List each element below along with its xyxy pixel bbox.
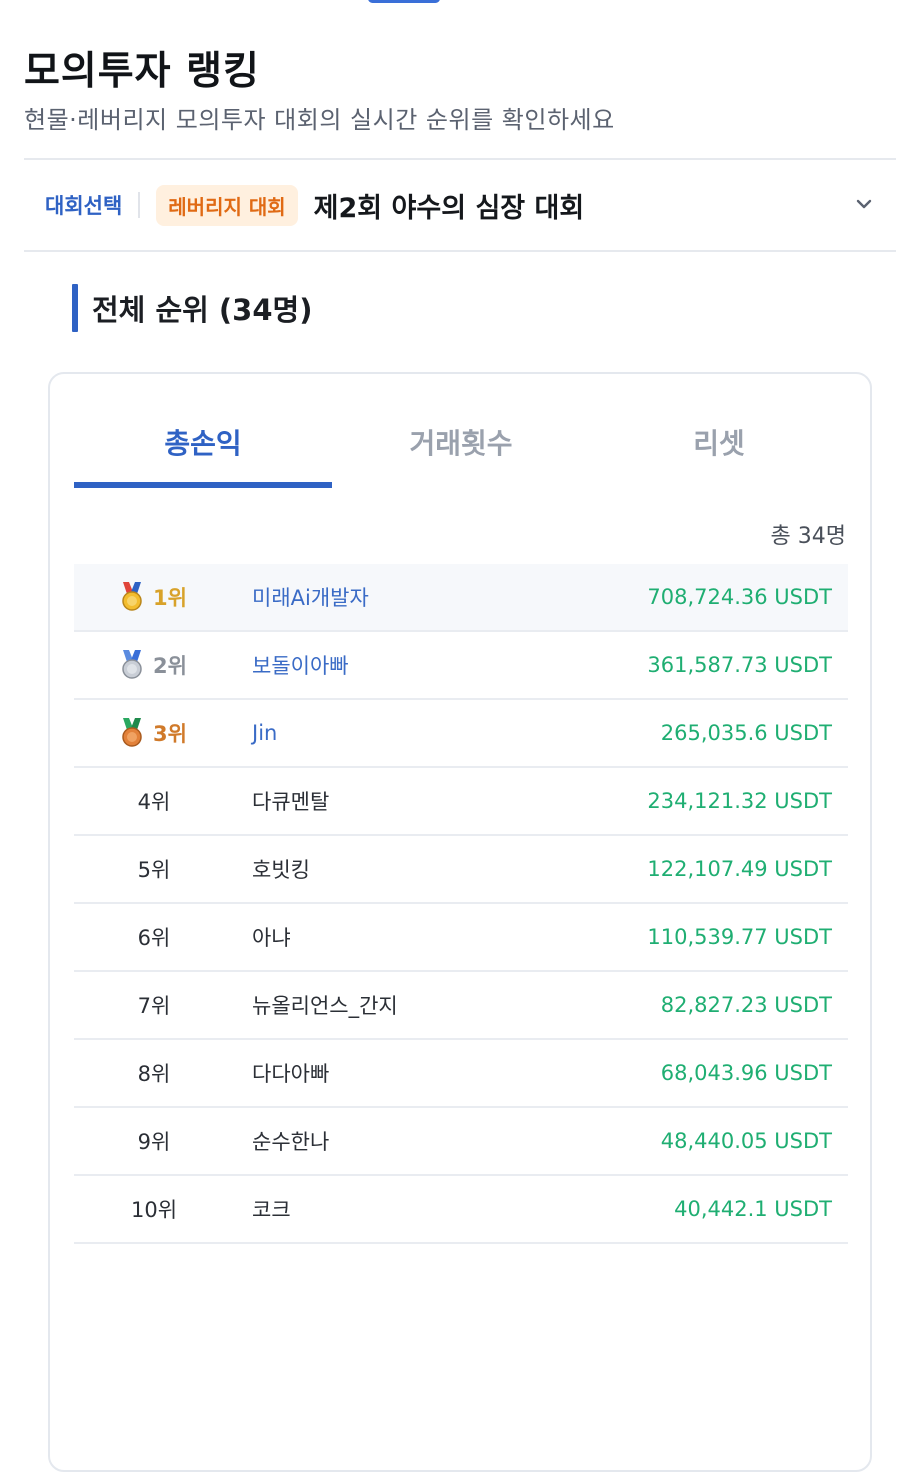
user-name[interactable]: Jin: [234, 721, 594, 745]
profit-value: 122,107.49 USDT: [647, 857, 832, 881]
contest-selector[interactable]: 대회선택 레버리지 대회 제2회 야수의 심장 대회: [24, 158, 896, 252]
rank-label: 7위: [137, 994, 171, 1018]
section-header: 전체 순위 (34명): [72, 284, 312, 332]
table-row[interactable]: 9위 순수한나 48,440.05 USDT: [74, 1108, 848, 1176]
user-name[interactable]: 미래Ai개발자: [234, 582, 594, 612]
contest-select-label: 대회선택: [45, 194, 123, 218]
table-row[interactable]: 8위 다다아빠 68,043.96 USDT: [74, 1040, 848, 1108]
table-row[interactable]: 6위 아냐 110,539.77 USDT: [74, 904, 848, 972]
rank-label: 2위: [153, 654, 187, 678]
ranking-tabs: 총손익 거래횟수 리셋: [74, 398, 848, 488]
table-row[interactable]: 4위 다큐멘탈 234,121.32 USDT: [74, 768, 848, 836]
ranking-list: 1위 미래Ai개발자 708,724.36 USDT 2위 보돌이아빠 361,…: [74, 564, 848, 1244]
total-participants: 총 34명: [770, 524, 846, 549]
top-indicator: [368, 0, 440, 3]
section-title: 전체 순위 (34명): [92, 293, 313, 327]
table-row[interactable]: 1위 미래Ai개발자 708,724.36 USDT: [74, 564, 848, 632]
rank-label: 6위: [137, 926, 171, 950]
tab-trade-count[interactable]: 거래횟수: [332, 398, 590, 488]
table-row[interactable]: 7위 뉴올리언스_간지 82,827.23 USDT: [74, 972, 848, 1040]
rank-cell: 3위: [74, 718, 234, 748]
user-name[interactable]: 순수한나: [234, 1126, 594, 1156]
table-row[interactable]: 5위 호빗킹 122,107.49 USDT: [74, 836, 848, 904]
tab-reset[interactable]: 리셋: [590, 398, 848, 488]
bronze-medal-icon: [122, 718, 142, 747]
contest-name: 제2회 야수의 심장 대회: [313, 192, 585, 224]
rank-label: 8위: [137, 1062, 171, 1086]
rank-label: 10위: [130, 1198, 178, 1222]
rank-cell: 1위: [74, 582, 234, 612]
user-name[interactable]: 다큐멘탈: [234, 786, 594, 816]
page-title: 모의투자 랭킹: [24, 49, 260, 94]
tab-total-profit[interactable]: 총손익: [74, 398, 332, 488]
contest-type-badge: 레버리지 대회: [156, 184, 298, 226]
profit-value: 265,035.6 USDT: [660, 721, 832, 745]
user-name[interactable]: 보돌이아빠: [234, 650, 594, 680]
divider: [138, 192, 141, 218]
profit-value: 361,587.73 USDT: [647, 653, 832, 677]
profit-value: 708,724.36 USDT: [647, 585, 832, 609]
profit-value: 68,043.96 USDT: [660, 1061, 832, 1085]
section-accent-bar: [72, 284, 78, 332]
rank-label: 1위: [153, 586, 187, 610]
profit-value: 110,539.77 USDT: [647, 925, 832, 949]
chevron-down-icon[interactable]: [856, 196, 872, 212]
rank-label: 9위: [137, 1130, 171, 1154]
table-row[interactable]: 2위 보돌이아빠 361,587.73 USDT: [74, 632, 848, 700]
rank-label: 5위: [137, 858, 171, 882]
silver-medal-icon: [122, 650, 142, 679]
gold-medal-icon: [122, 582, 142, 611]
ranking-card: 총손익 거래횟수 리셋 총 34명 1위 미래Ai개발자 708,724.36 …: [48, 372, 872, 1472]
profit-value: 234,121.32 USDT: [647, 789, 832, 813]
rank-label: 3위: [153, 722, 187, 746]
profit-value: 40,442.1 USDT: [674, 1197, 832, 1221]
profit-value: 48,440.05 USDT: [660, 1129, 832, 1153]
user-name[interactable]: 호빗킹: [234, 854, 594, 884]
profit-value: 82,827.23 USDT: [660, 993, 832, 1017]
table-row[interactable]: 10위 코크 40,442.1 USDT: [74, 1176, 848, 1244]
page-subtitle: 현물·레버리지 모의투자 대회의 실시간 순위를 확인하세요: [24, 106, 615, 134]
table-row[interactable]: 3위 Jin 265,035.6 USDT: [74, 700, 848, 768]
rank-cell: 2위: [74, 650, 234, 680]
user-name[interactable]: 아냐: [234, 922, 594, 952]
user-name[interactable]: 다다아빠: [234, 1058, 594, 1088]
user-name[interactable]: 뉴올리언스_간지: [234, 990, 594, 1020]
user-name[interactable]: 코크: [234, 1194, 594, 1224]
rank-label: 4위: [137, 790, 171, 814]
